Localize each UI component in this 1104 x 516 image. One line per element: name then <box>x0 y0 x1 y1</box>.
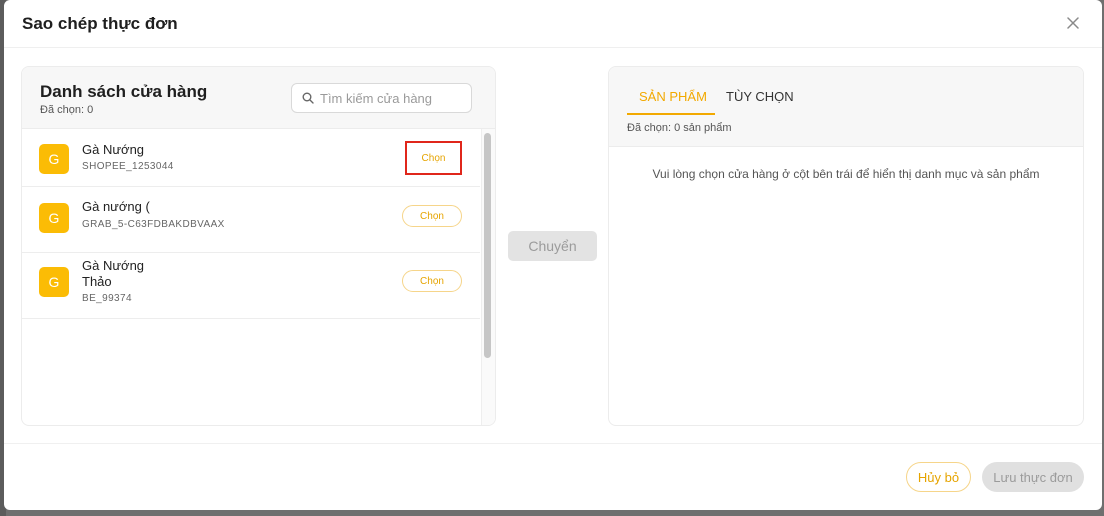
store-search[interactable] <box>291 83 472 113</box>
store-list-panel: Danh sách cửa hàng Đã chọn: 0 G Gà Nướng… <box>21 66 496 426</box>
product-panel: SẢN PHẨM TÙY CHỌN Đã chọn: 0 sản phẩm Vu… <box>608 66 1084 426</box>
empty-state-message: Vui lòng chọn cửa hàng ở cột bên trái để… <box>652 167 1040 181</box>
close-icon <box>1067 17 1079 29</box>
choose-store-button[interactable]: Chọn <box>402 205 462 227</box>
choose-store-button[interactable]: Chọn <box>402 270 462 292</box>
store-code: BE_99374 <box>82 293 132 304</box>
store-row[interactable]: G Gà Nướng SHOPEE_1253044 Chọn <box>22 129 480 187</box>
store-row[interactable]: G Gà Nướng Thảo BE_99374 Chọn <box>22 253 480 319</box>
store-code: GRAB_5-C63FDBAKDBVAAX <box>82 219 225 230</box>
active-tab-indicator <box>627 113 715 115</box>
store-search-input[interactable] <box>320 90 465 106</box>
search-icon <box>302 92 314 104</box>
store-code: SHOPEE_1253044 <box>82 161 174 172</box>
store-list-title: Danh sách cửa hàng <box>40 82 208 101</box>
scrollbar-thumb[interactable] <box>484 133 491 358</box>
cancel-button[interactable]: Hủy bỏ <box>906 462 971 492</box>
product-selected-count: Đã chọn: 0 sản phẩm <box>627 122 732 134</box>
store-list: G Gà Nướng SHOPEE_1253044 Chọn G Gà nướn… <box>22 129 480 425</box>
store-avatar: G <box>39 144 69 174</box>
store-selected-count: Đã chọn: 0 <box>40 104 94 116</box>
choose-store-button[interactable]: Chọn <box>405 141 462 175</box>
transfer-button[interactable]: Chuyển <box>508 231 597 261</box>
tab-products[interactable]: SẢN PHẨM <box>639 89 707 104</box>
store-name: Gà Nướng Thảo <box>82 258 145 289</box>
store-name: Gà nướng ( <box>82 199 150 214</box>
store-avatar: G <box>39 267 69 297</box>
dialog-header: Sao chép thực đơn <box>4 0 1102 48</box>
save-menu-button[interactable]: Lưu thực đơn <box>982 462 1084 492</box>
product-panel-header: SẢN PHẨM TÙY CHỌN Đã chọn: 0 sản phẩm <box>609 67 1083 147</box>
tab-options[interactable]: TÙY CHỌN <box>726 89 794 104</box>
store-avatar: G <box>39 203 69 233</box>
dialog-footer: Hủy bỏ Lưu thực đơn <box>4 443 1102 510</box>
store-name: Gà Nướng <box>82 142 145 157</box>
dialog-title: Sao chép thực đơn <box>22 14 178 33</box>
store-row[interactable]: G Gà nướng ( GRAB_5-C63FDBAKDBVAAX Chọn <box>22 187 480 253</box>
close-button[interactable] <box>1062 12 1084 34</box>
copy-menu-dialog: Sao chép thực đơn Danh sách cửa hàng Đã … <box>4 0 1102 510</box>
store-list-header: Danh sách cửa hàng Đã chọn: 0 <box>22 67 495 129</box>
